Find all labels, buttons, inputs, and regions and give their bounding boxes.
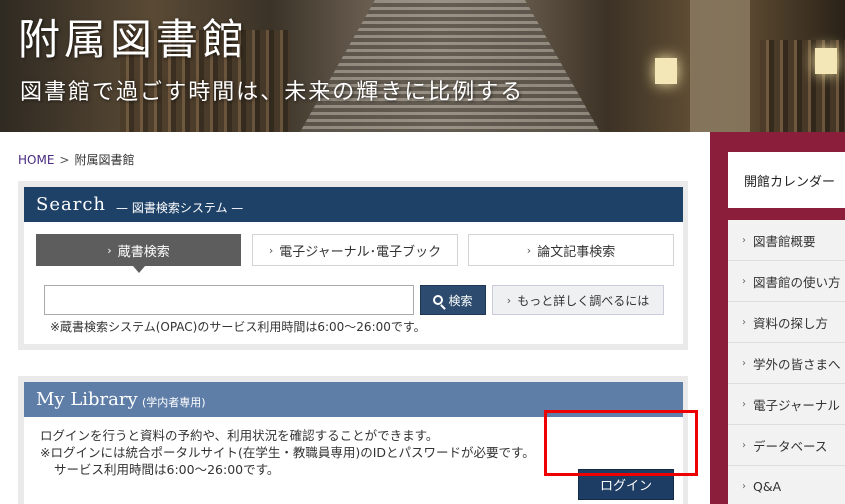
sidebar-item-label: 図書館概要 xyxy=(753,233,816,249)
sidebar-item-overview[interactable]: › 図書館概要 xyxy=(728,220,845,261)
search-panel-header: Search — 図書検索システム — xyxy=(24,187,683,222)
advanced-search-label: もっと詳しく調べるには xyxy=(517,293,650,308)
tab-ejournal-ebook[interactable]: › 電子ジャーナル･電子ブック xyxy=(252,234,458,266)
chevron-right-icon: › xyxy=(742,480,746,492)
search-icon xyxy=(433,295,444,305)
chevron-right-icon: › xyxy=(742,234,746,246)
search-button-label: 検索 xyxy=(448,293,473,308)
search-input[interactable] xyxy=(44,285,414,315)
tab-label: 電子ジャーナル･電子ブック xyxy=(279,244,442,260)
chevron-right-icon: › xyxy=(742,357,746,369)
chevron-right-icon: › xyxy=(268,243,274,257)
sidebar-item-label: Q&A xyxy=(753,478,782,494)
sidebar-item-find-materials[interactable]: › 資料の探し方 xyxy=(728,302,845,343)
mylibrary-title: My Library xyxy=(36,389,138,410)
mylibrary-subtitle: (学内者専用) xyxy=(142,396,206,409)
sidebar-item-label: 図書館の使い方 xyxy=(753,274,841,290)
sidebar-item-external-users[interactable]: › 学外の皆さまへ xyxy=(728,343,845,384)
sidebar-item-label: 資料の探し方 xyxy=(753,315,829,331)
search-subtitle: — 図書検索システム — xyxy=(116,201,244,215)
chevron-right-icon: › xyxy=(526,243,532,257)
chevron-right-icon: › xyxy=(742,398,746,410)
sidebar-item-qa[interactable]: › Q&A xyxy=(728,466,845,504)
advanced-search-button[interactable]: › もっと詳しく調べるには xyxy=(492,285,664,315)
chevron-right-icon: › xyxy=(506,293,512,307)
sidebar: 開館カレンダー › 図書館概要 › 図書館の使い方 › 資料の探し方 › 学外の皆さまへ… xyxy=(710,132,845,504)
active-tab-pointer-icon xyxy=(133,266,145,273)
search-panel-body: › 蔵書検索 › 電子ジャーナル･電子ブック › 論文記事検索 検索 › もっと詳しく調… xyxy=(24,222,683,344)
tab-label: 論文記事検索 xyxy=(537,244,616,260)
sidebar-item-label: データベース xyxy=(753,438,828,454)
sidebar-nav: › 図書館概要 › 図書館の使い方 › 資料の探し方 › 学外の皆さまへ › 電子ジャーナ… xyxy=(728,220,845,504)
banner-lamp-icon xyxy=(815,48,837,74)
sidebar-item-database[interactable]: › データベース xyxy=(728,425,845,466)
search-title: Search xyxy=(36,194,106,215)
login-highlight-box xyxy=(544,410,698,476)
search-button[interactable]: 検索 xyxy=(420,285,486,315)
calendar-link[interactable]: 開館カレンダー xyxy=(728,152,845,208)
chevron-right-icon: › xyxy=(107,243,112,257)
breadcrumb-separator: > xyxy=(59,153,70,167)
tab-label: 蔵書検索 xyxy=(117,244,170,260)
chevron-right-icon: › xyxy=(742,439,746,451)
banner-lamp-icon xyxy=(655,58,677,84)
breadcrumb: HOME > 附属図書館 xyxy=(18,151,134,168)
banner-staircase xyxy=(300,0,600,132)
tab-article-search[interactable]: › 論文記事検索 xyxy=(468,234,674,266)
breadcrumb-home-link[interactable]: HOME xyxy=(18,153,54,167)
mylibrary-description: ログインを行うと資料の予約や、利用状況を確認することができます。 ※ログインには… xyxy=(40,427,535,478)
search-service-note: ※蔵書検索システム(OPAC)のサービス利用時間は6:00～26:00です。 xyxy=(50,320,426,334)
sidebar-item-howto[interactable]: › 図書館の使い方 xyxy=(728,261,845,302)
banner-pillar xyxy=(690,0,750,132)
header-banner: 附属図書館 図書館で過ごす時間は、未来の輝きに比例する xyxy=(0,0,845,132)
mylibrary-line2: ※ログインには統合ポータルサイト(在学生・教職員専用)のIDとパスワードが必要で… xyxy=(40,445,535,460)
sidebar-item-ejournal[interactable]: › 電子ジャーナル xyxy=(728,384,845,425)
chevron-right-icon: › xyxy=(742,275,746,287)
mylibrary-line1: ログインを行うと資料の予約や、利用状況を確認することができます。 xyxy=(40,428,439,443)
chevron-right-icon: › xyxy=(742,316,746,328)
breadcrumb-current: 附属図書館 xyxy=(74,153,135,167)
sidebar-item-label: 学外の皆さまへ xyxy=(753,356,841,372)
page-subtitle: 図書館で過ごす時間は、未来の輝きに比例する xyxy=(20,80,525,105)
page-title: 附属図書館 xyxy=(18,15,249,64)
sidebar-item-label: 電子ジャーナル xyxy=(753,397,840,413)
search-panel: Search — 図書検索システム — › 蔵書検索 › 電子ジャーナル･電子ブック… xyxy=(18,181,688,350)
tab-catalog-search[interactable]: › 蔵書検索 xyxy=(36,234,241,266)
search-tabs: › 蔵書検索 › 電子ジャーナル･電子ブック › 論文記事検索 xyxy=(36,234,676,266)
mylibrary-line3: サービス利用時間は6:00～26:00です。 xyxy=(54,462,280,477)
